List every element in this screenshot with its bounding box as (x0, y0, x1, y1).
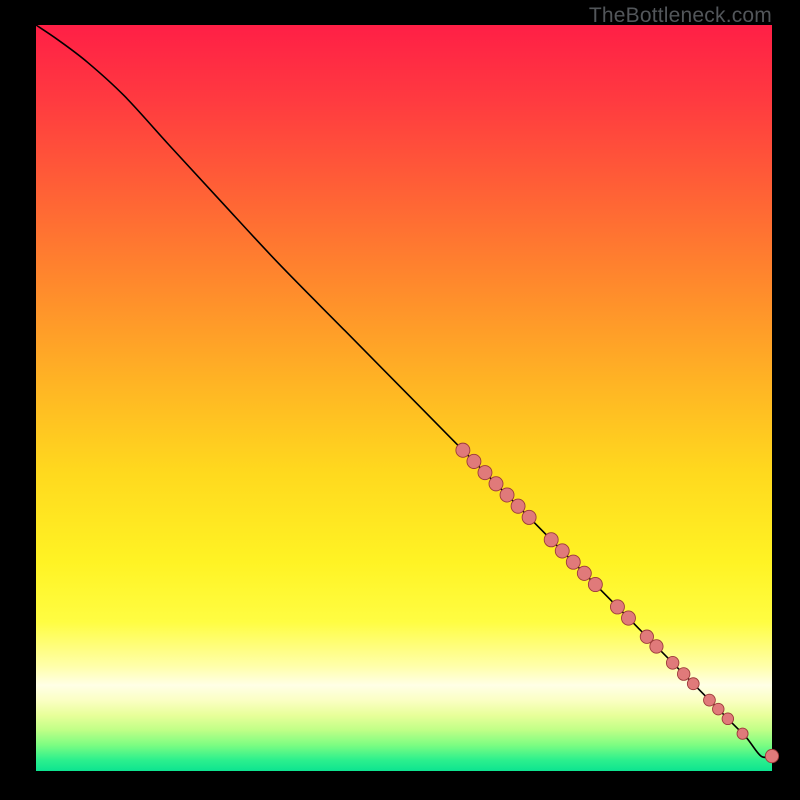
data-marker (478, 466, 492, 480)
data-marker (500, 488, 514, 502)
data-marker (489, 477, 503, 491)
data-marker (621, 611, 635, 625)
plot-area (36, 25, 772, 771)
data-marker (677, 668, 690, 681)
data-marker (577, 566, 591, 580)
data-marker (722, 713, 733, 725)
data-marker (566, 555, 580, 569)
chart-curve-layer (36, 25, 772, 771)
data-marker (650, 640, 663, 653)
data-marker (713, 703, 724, 715)
data-marker (737, 728, 748, 739)
data-marker (765, 749, 778, 762)
marker-layer (456, 443, 779, 763)
data-marker (704, 694, 716, 706)
data-marker (666, 656, 679, 669)
data-marker (522, 510, 536, 524)
data-marker (555, 544, 569, 558)
data-marker (544, 533, 558, 547)
data-marker (467, 454, 481, 468)
data-marker (588, 577, 602, 591)
data-marker (511, 499, 525, 513)
chart-frame: TheBottleneck.com (0, 0, 800, 800)
data-marker (610, 600, 624, 614)
data-marker (687, 678, 699, 690)
data-marker (456, 443, 470, 457)
